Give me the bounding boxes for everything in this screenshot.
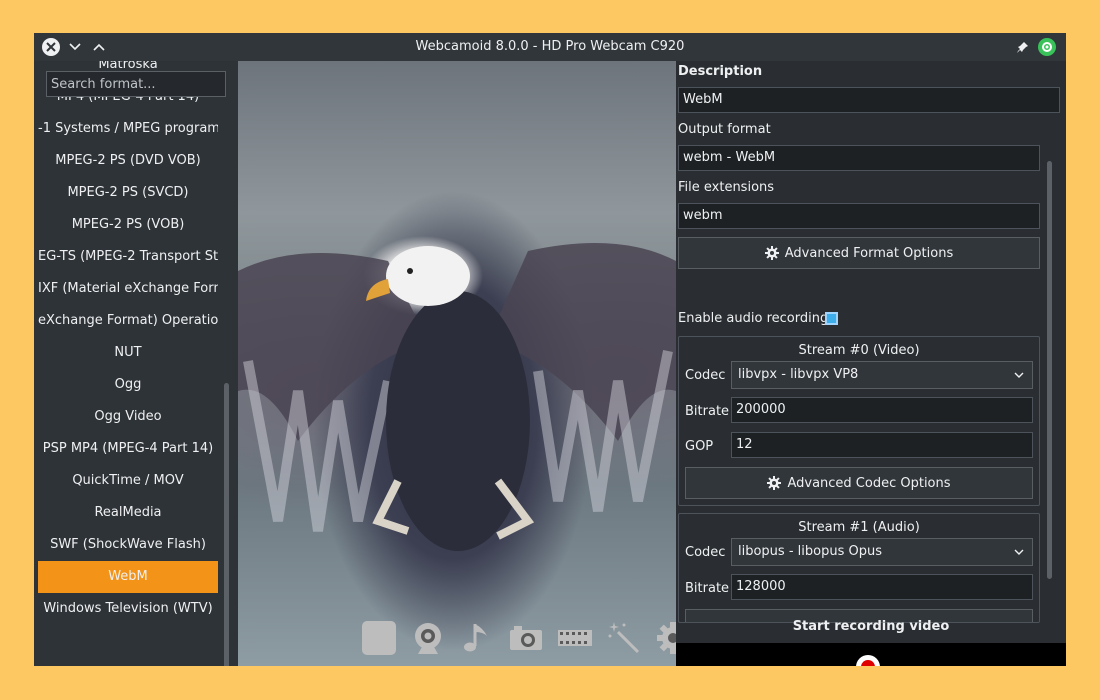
webcamoid-icon bbox=[1042, 42, 1052, 52]
format-list-item[interactable]: MPEG-2 PS (VOB) bbox=[38, 209, 218, 241]
webcam-icon bbox=[414, 623, 441, 654]
description-label: Description bbox=[678, 64, 763, 79]
title-bar: Webcamoid 8.0.0 - HD Pro Webcam C920 bbox=[34, 33, 1066, 61]
stream-1-codec-value: libopus - libopus Opus bbox=[738, 544, 882, 559]
pin-button[interactable] bbox=[1014, 38, 1032, 56]
format-list-item[interactable]: SWF (ShockWave Flash) bbox=[38, 529, 218, 561]
camera-icon bbox=[509, 626, 542, 650]
app-menu-button[interactable] bbox=[1038, 38, 1056, 56]
advanced-format-options-label: Advanced Format Options bbox=[784, 245, 954, 261]
effects-button[interactable] bbox=[605, 619, 642, 657]
format-list-item[interactable]: PSP MP4 (MPEG-4 Part 14) bbox=[38, 433, 218, 465]
recording-options-panel: Description WebM Output format webm - We… bbox=[676, 61, 1066, 666]
enable-audio-label: Enable audio recording bbox=[678, 311, 829, 326]
options-scrollbar[interactable] bbox=[1047, 161, 1052, 579]
search-format-input[interactable] bbox=[46, 71, 226, 97]
video-button[interactable] bbox=[556, 619, 593, 657]
stream-0-title: Stream #0 (Video) bbox=[798, 343, 920, 358]
output-format-field[interactable]: webm - WebM bbox=[678, 145, 1040, 171]
stream-0-codec-select[interactable]: libvpx - libvpx VP8 bbox=[731, 361, 1033, 389]
advanced-codec-options-label: Advanced Codec Options bbox=[787, 475, 951, 491]
chevron-down-icon bbox=[1014, 362, 1024, 398]
square-icon bbox=[361, 621, 396, 655]
format-list-item[interactable]: QuickTime / MOV bbox=[38, 465, 218, 497]
stream-0-bitrate-label: Bitrate bbox=[685, 404, 730, 419]
audio-button[interactable] bbox=[458, 619, 495, 657]
format-list-item[interactable]: WebM bbox=[38, 561, 218, 593]
record-button[interactable] bbox=[856, 655, 880, 666]
advanced-format-options-button[interactable]: Advanced Format Options bbox=[678, 237, 1040, 269]
stream-1-bitrate-field[interactable]: 128000 bbox=[731, 574, 1033, 600]
gear-icon bbox=[764, 246, 779, 260]
stream-0-codec-label: Codec bbox=[685, 368, 726, 383]
format-list-item[interactable]: NUT bbox=[38, 337, 218, 369]
format-list-item[interactable]: EG-TS (MPEG-2 Transport Strea bbox=[38, 241, 218, 273]
image-capture-button[interactable] bbox=[360, 619, 397, 657]
format-list-item[interactable]: Ogg Video bbox=[38, 401, 218, 433]
enable-audio-checkbox[interactable] bbox=[825, 312, 838, 325]
stream-0-gop-field[interactable]: 12 bbox=[731, 432, 1033, 458]
format-list-item[interactable]: Windows Television (WTV) bbox=[38, 593, 218, 625]
stream-1-bitrate-label: Bitrate bbox=[685, 581, 730, 596]
start-recording-label: Start recording video bbox=[792, 619, 950, 634]
stream-1-codec-label: Codec bbox=[685, 545, 726, 560]
music-note-icon bbox=[463, 624, 487, 652]
pin-icon bbox=[1017, 42, 1028, 53]
preview-image bbox=[238, 243, 676, 551]
webcam-preview bbox=[238, 61, 676, 666]
photo-button[interactable] bbox=[507, 619, 544, 657]
format-list-item[interactable]: Ogg bbox=[38, 369, 218, 401]
stream-0-codec-value: libvpx - libvpx VP8 bbox=[738, 367, 859, 382]
description-field[interactable]: WebM bbox=[678, 87, 1060, 113]
format-list-item[interactable]: -1 Systems / MPEG program s bbox=[38, 113, 218, 145]
format-list-item[interactable]: MPEG-2 PS (SVCD) bbox=[38, 177, 218, 209]
window-title: Webcamoid 8.0.0 - HD Pro Webcam C920 bbox=[415, 39, 685, 54]
format-list-item[interactable]: RealMedia bbox=[38, 497, 218, 529]
app-window: Webcamoid 8.0.0 - HD Pro Webcam C920 Mat… bbox=[34, 33, 1066, 666]
format-list-item[interactable]: eXchange Format) Operationa bbox=[38, 305, 218, 337]
record-icon bbox=[861, 660, 875, 666]
record-bar bbox=[676, 643, 1066, 666]
file-extensions-label: File extensions bbox=[678, 180, 775, 195]
output-format-label: Output format bbox=[678, 122, 771, 137]
gear-icon bbox=[767, 476, 782, 490]
stream-0-group: Stream #0 (Video) Codec libvpx - libvpx … bbox=[678, 336, 1040, 506]
chevron-down-icon bbox=[1014, 539, 1024, 575]
stream-1-group: Stream #1 (Audio) Codec libopus - libopu… bbox=[678, 513, 1040, 623]
format-list-item[interactable]: IXF (Material eXchange Forma bbox=[38, 273, 218, 305]
format-list-scrollbar[interactable] bbox=[224, 383, 229, 666]
stream-0-bitrate-field[interactable]: 200000 bbox=[731, 397, 1033, 423]
webcam-button[interactable] bbox=[409, 619, 446, 657]
magic-wand-icon bbox=[608, 622, 639, 654]
stream-1-title: Stream #1 (Audio) bbox=[798, 520, 920, 535]
stream-0-gop-label: GOP bbox=[685, 439, 714, 454]
format-list-item[interactable]: MPEG-2 PS (DVD VOB) bbox=[38, 145, 218, 177]
file-extensions-field[interactable]: webm bbox=[678, 203, 1040, 229]
stream-1-codec-select[interactable]: libopus - libopus Opus bbox=[731, 538, 1033, 566]
advanced-codec-options-button[interactable]: Advanced Codec Options bbox=[685, 467, 1033, 499]
film-strip-icon bbox=[557, 630, 592, 646]
format-sidebar: MatroskaMP4 (MPEG-4 Part 14)-1 Systems /… bbox=[34, 61, 238, 666]
